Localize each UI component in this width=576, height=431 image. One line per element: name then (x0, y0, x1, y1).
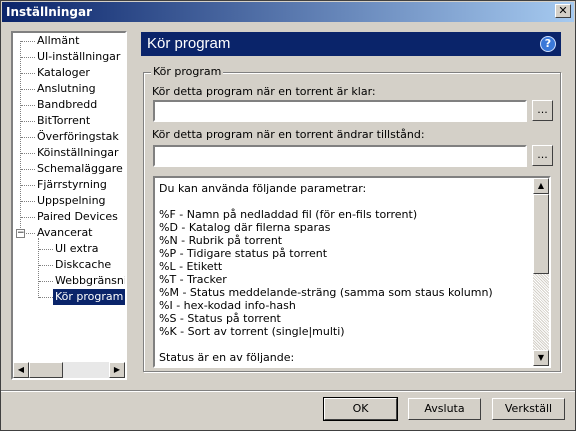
scrollbar-thumb[interactable] (29, 362, 63, 378)
info-line: %N - Rubrik på torrent (159, 234, 283, 247)
on-state-change-program-input[interactable] (155, 147, 525, 165)
field1-label: Kör detta program när en torrent är klar… (152, 85, 376, 98)
divider (1, 390, 575, 392)
scroll-down-icon[interactable]: ▼ (533, 350, 549, 366)
tree-item-avancerat[interactable]: Avancerat (37, 225, 93, 241)
browse-button-1[interactable]: ... (532, 100, 553, 121)
on-state-change-program-field[interactable] (153, 145, 527, 167)
tree-item-diskcache[interactable]: Diskcache (55, 257, 111, 273)
info-vertical-scrollbar[interactable]: ▲ ▼ (533, 178, 549, 366)
scroll-left-icon[interactable]: ◀ (13, 362, 29, 378)
tree-item-anslutning[interactable]: Anslutning (37, 81, 96, 97)
tree-item-paired-devices[interactable]: Paired Devices (37, 209, 118, 225)
tree-item-ui-extra[interactable]: UI extra (55, 241, 98, 257)
browse-button-2[interactable]: ... (532, 145, 553, 166)
tree-item-kor-program[interactable]: Kör program (53, 289, 125, 305)
window-title: Inställningar (6, 5, 93, 19)
info-line: %S - Status på torrent (159, 312, 281, 325)
parameters-text: Du kan använda följande parametrar: %F -… (159, 182, 531, 364)
settings-tree: Allmänt UI-inställningar Kataloger Anslu… (11, 31, 127, 380)
info-line: %T - Tracker (159, 273, 227, 286)
tree-item-uppspelning[interactable]: Uppspelning (37, 193, 106, 209)
info-line: %I - hex-kodad info-hash (159, 299, 296, 312)
page-header: Kör program ? (141, 32, 561, 56)
settings-window: Inställningar ✕ Allmänt UI-inställningar… (0, 0, 576, 431)
cancel-button[interactable]: Avsluta (408, 398, 481, 420)
tree-item-allmant[interactable]: Allmänt (37, 33, 79, 49)
info-line: Status är en av följande: (159, 351, 295, 364)
tree-item-webbgransnitt[interactable]: Webbgränsnit (55, 273, 125, 289)
tree-guide-line (38, 238, 39, 298)
collapse-icon[interactable]: − (16, 229, 25, 238)
scroll-up-icon[interactable]: ▲ (533, 178, 549, 194)
info-line (159, 195, 531, 208)
tree-item-bandbredd[interactable]: Bandbredd (37, 97, 97, 113)
tree-item-koinstallningar[interactable]: Köinställningar (37, 145, 119, 161)
tree-horizontal-scrollbar[interactable]: ◀ ▶ (13, 362, 125, 378)
close-icon[interactable]: ✕ (555, 4, 571, 18)
scroll-right-icon[interactable]: ▶ (109, 362, 125, 378)
info-line (159, 338, 531, 351)
group-legend: Kör program (151, 65, 224, 78)
tree-item-bittorrent[interactable]: BitTorrent (37, 113, 90, 129)
tree-item-ui-installningar[interactable]: UI-inställningar (37, 49, 120, 65)
info-line: %D - Katalog där filerna sparas (159, 221, 331, 234)
info-line: %M - Status meddelande-sträng (samma som… (159, 286, 493, 299)
on-complete-program-field[interactable] (153, 100, 527, 122)
info-line: %K - Sort av torrent (single|multi) (159, 325, 345, 338)
info-line: %L - Etikett (159, 260, 223, 273)
tree-item-schemalaggare[interactable]: Schemaläggare (37, 161, 123, 177)
info-line: %P - Tidigare status på torrent (159, 247, 328, 260)
tree-item-overforingstak[interactable]: Överföringstak (37, 129, 119, 145)
page-title: Kör program (147, 35, 231, 52)
field2-label: Kör detta program när en torrent ändrar … (152, 128, 425, 141)
info-line: Du kan använda följande parametrar: (159, 182, 367, 195)
info-line: %F - Namn på nedladdad fil (för en-fils … (159, 208, 418, 221)
ok-button[interactable]: OK (323, 397, 398, 421)
tree-item-kataloger[interactable]: Kataloger (37, 65, 90, 81)
title-bar[interactable]: Inställningar ✕ (2, 2, 574, 22)
scrollbar-thumb[interactable] (533, 194, 549, 274)
apply-button[interactable]: Verkställ (492, 398, 565, 420)
tree-item-fjarrstyrning[interactable]: Fjärrstyrning (37, 177, 107, 193)
help-icon[interactable]: ? (540, 36, 556, 52)
on-complete-program-input[interactable] (155, 102, 525, 120)
parameters-info-box[interactable]: Du kan använda följande parametrar: %F -… (153, 176, 551, 368)
